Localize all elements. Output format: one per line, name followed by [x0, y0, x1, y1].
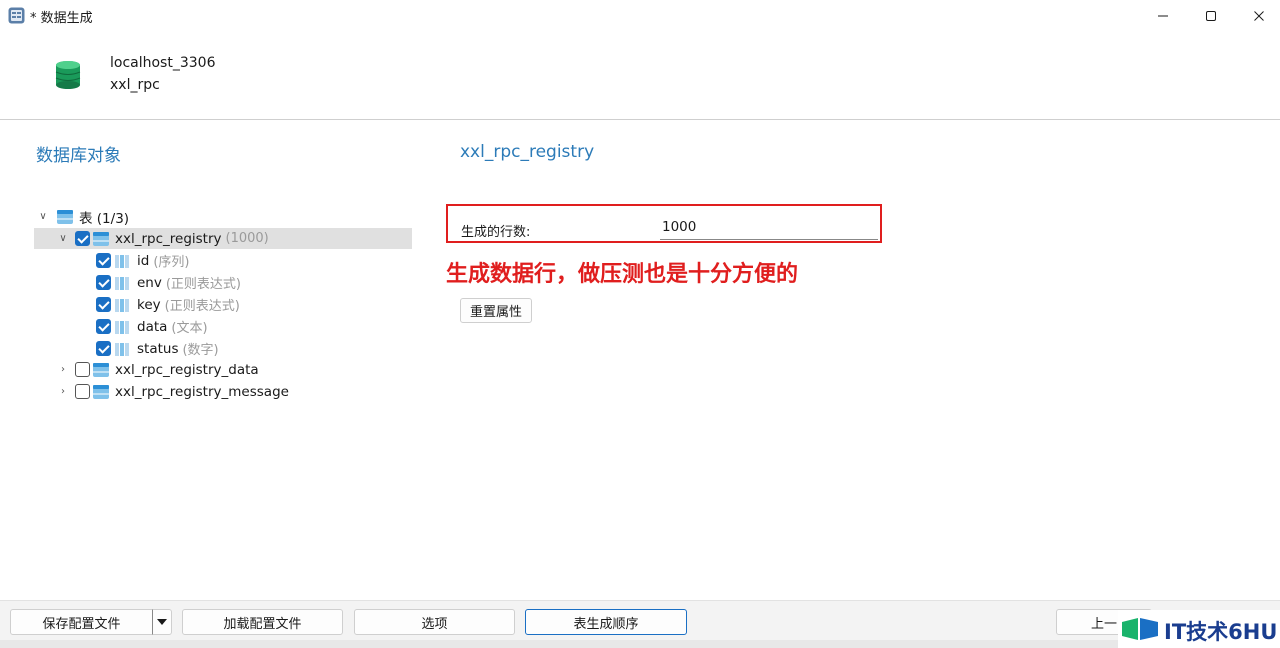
app-icon: [8, 7, 25, 24]
bottom-strip: [0, 640, 1280, 648]
tree-table-xxl-rpc-registry-data[interactable]: › xxl_rpc_registry_data: [56, 359, 259, 380]
tree-column-env[interactable]: env (正则表达式): [96, 272, 241, 293]
tree-column-key[interactable]: key (正则表达式): [96, 294, 240, 315]
table-name: xxl_rpc_registry: [115, 230, 222, 247]
table-order-button[interactable]: 表生成顺序: [525, 609, 687, 635]
window-title: * 数据生成: [30, 11, 93, 26]
column-icon: [115, 254, 129, 268]
connection-name: localhost_3306: [110, 55, 216, 71]
column-icon: [115, 276, 129, 290]
connection-header: localhost_3306 xxl_rpc: [0, 32, 1280, 120]
watermark-text: IT技术6HU: [1164, 620, 1278, 644]
tree-root-label: 表 (1/3): [79, 210, 130, 227]
options-button[interactable]: 选项: [354, 609, 515, 635]
minimize-icon: [1158, 15, 1168, 17]
table-icon: [57, 209, 73, 224]
column-name: env: [137, 274, 162, 291]
caret-down-icon: [157, 619, 167, 625]
chevron-down-icon[interactable]: ∨: [36, 210, 50, 224]
column-checkbox[interactable]: [96, 253, 111, 268]
column-type: (正则表达式): [165, 277, 242, 292]
chevron-right-icon[interactable]: ›: [56, 385, 70, 399]
column-checkbox[interactable]: [96, 319, 111, 334]
annotation-text: 生成数据行，做压测也是十分方便的: [446, 262, 799, 287]
tree-root-tables[interactable]: ∨ 表 (1/3): [36, 206, 129, 227]
column-type: (文本): [171, 321, 208, 336]
column-icon: [115, 320, 129, 334]
save-config-button[interactable]: 保存配置文件: [10, 609, 153, 635]
table-name: xxl_rpc_registry_message: [115, 383, 289, 400]
column-name: id: [137, 252, 150, 269]
column-type: (正则表达式): [164, 299, 240, 314]
title-bar: * 数据生成: [0, 0, 1280, 32]
chevron-right-icon[interactable]: ›: [56, 363, 70, 377]
column-icon: [115, 342, 129, 356]
column-name: key: [137, 296, 161, 313]
table-icon: [93, 231, 109, 246]
table-icon: [93, 384, 109, 399]
rows-count-input[interactable]: [660, 214, 878, 240]
column-type: (序列): [153, 255, 190, 270]
tree-table-xxl-rpc-registry[interactable]: ∨ xxl_rpc_registry (1000): [34, 228, 412, 249]
table-icon: [93, 362, 109, 377]
maximize-button[interactable]: [1188, 0, 1234, 32]
chevron-down-icon[interactable]: ∨: [56, 232, 70, 246]
load-config-button[interactable]: 加载配置文件: [182, 609, 343, 635]
selected-table-title: xxl_rpc_registry: [460, 142, 595, 162]
reset-properties-button[interactable]: 重置属性: [460, 298, 532, 323]
table-name: xxl_rpc_registry_data: [115, 361, 259, 378]
minimize-button[interactable]: [1140, 0, 1186, 32]
maximize-icon: [1206, 11, 1216, 21]
database-icon: [55, 61, 81, 89]
rows-count-highlight: 生成的行数:: [446, 204, 882, 243]
column-checkbox[interactable]: [96, 341, 111, 356]
tree-column-id[interactable]: id (序列): [96, 250, 189, 271]
save-config-dropdown[interactable]: [152, 609, 172, 635]
rows-count-label: 生成的行数:: [461, 225, 531, 240]
column-checkbox[interactable]: [96, 297, 111, 312]
table-checkbox[interactable]: [75, 362, 90, 377]
database-objects-title: 数据库对象: [36, 146, 121, 166]
tree-column-data[interactable]: data (文本): [96, 316, 208, 337]
close-button[interactable]: [1236, 0, 1280, 32]
column-name: data: [137, 318, 168, 335]
column-checkbox[interactable]: [96, 275, 111, 290]
tree-table-xxl-rpc-registry-message[interactable]: › xxl_rpc_registry_message: [56, 381, 289, 402]
table-checkbox[interactable]: [75, 231, 90, 246]
table-row-count: (1000): [225, 231, 269, 246]
close-icon: [1254, 11, 1264, 21]
database-name: xxl_rpc: [110, 77, 160, 93]
column-icon: [115, 298, 129, 312]
column-name: status: [137, 340, 179, 357]
tree-column-status[interactable]: status (数字): [96, 338, 219, 359]
watermark-logo-icon: [1122, 618, 1158, 640]
column-type: (数字): [182, 343, 219, 358]
table-checkbox[interactable]: [75, 384, 90, 399]
watermark: IT技术6HU: [1118, 610, 1280, 648]
